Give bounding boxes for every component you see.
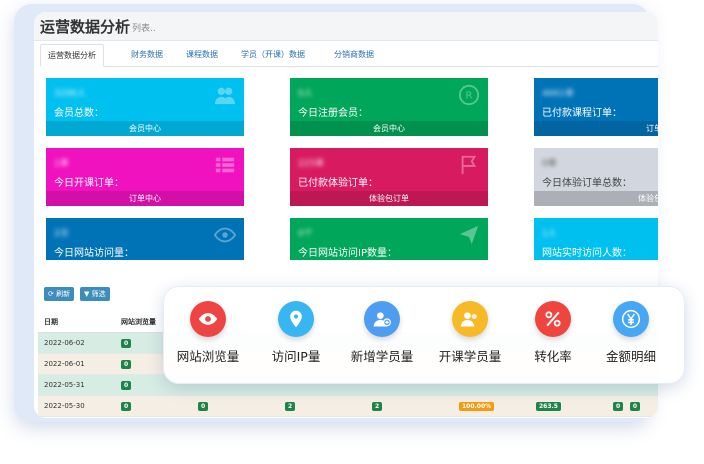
card-total-members: 3296人 会员总数： 会员中心 (46, 78, 244, 136)
card-value: 0个 (298, 229, 313, 239)
tab-finance[interactable]: 财务数据 (124, 44, 170, 65)
location-pin-icon (278, 301, 314, 337)
feature-label: 网站浏览量 (176, 349, 240, 364)
value-badge: 2 (372, 401, 383, 411)
feature-page-views[interactable]: 网站浏览量 (166, 301, 250, 365)
refresh-label: 刷新 (56, 290, 71, 298)
card-footer-link[interactable]: 会员中心 (290, 121, 488, 136)
value-badge: 0 (121, 380, 132, 390)
eye-icon (214, 227, 236, 243)
page-header: 运营数据分析 列表.. (34, 12, 658, 41)
card-paid-course-orders: 4661单 已付款课程订单： 订单中心 (534, 78, 658, 136)
date-cell: 2022-05-31 (38, 374, 115, 396)
card-label: 会员总数： (54, 108, 104, 119)
card-label: 已付款课程订单： (542, 108, 622, 119)
card-paid-trial-orders: 225单 已付款体验订单： 体验包订单 (290, 148, 488, 206)
card-label: 今日网站访问量： (54, 248, 134, 259)
rate-badge: 100.00% (459, 401, 495, 411)
value-badge: 0 (121, 338, 132, 348)
card-today-site-visits: 2次 今日网站访问量： (46, 218, 244, 260)
tab-bar: 运营数据分析 财务数据 课程数据 学员（开课）数据 分销商数据 (40, 44, 658, 67)
feature-label: 金额明细 (605, 349, 656, 364)
card-value: 0单 (542, 159, 557, 169)
feature-amount-details[interactable]: 金额明细 (589, 301, 673, 365)
page-title: 运营数据分析 (40, 18, 131, 36)
refresh-button[interactable]: ⟳ 刷新 (44, 287, 75, 301)
date-cell: 2022-06-01 (38, 353, 115, 375)
card-today-visit-ips: 0个 今日网站访问IP数量： (290, 218, 488, 260)
value-badge: 0 (121, 359, 132, 369)
tab-students[interactable]: 学员（开课）数据 (234, 44, 312, 65)
table-row[interactable]: 2022-05-30 0 0 2 2 100.00% 263.5 0 0 (38, 395, 658, 417)
value-badge: 2 (285, 401, 296, 411)
users-icon (214, 87, 236, 105)
feature-label: 转化率 (534, 349, 572, 364)
tab-operations[interactable]: 运营数据分析 (40, 44, 104, 67)
page-subtitle: 列表.. (132, 24, 156, 34)
column-header-date: 日期 (38, 312, 115, 333)
card-footer-link[interactable]: 订单中心 (534, 121, 658, 136)
value-cell: 0 (192, 395, 279, 417)
filter-label: 筛选 (91, 290, 106, 298)
value-badge: 0 (613, 401, 624, 411)
send-icon (459, 225, 479, 245)
amount-badge: 263.5 (536, 401, 561, 411)
card-footer-link[interactable]: 体验包订单 (290, 191, 488, 206)
card-value: 1单 (54, 159, 69, 169)
tab-distributors[interactable]: 分销商数据 (327, 44, 381, 65)
card-value: 1人 (542, 229, 557, 239)
page-views-cell: 0 (115, 395, 192, 417)
percent-icon (535, 301, 571, 337)
feature-label: 新增学员量 (350, 349, 414, 364)
tab-courses[interactable]: 课程数据 (179, 44, 225, 65)
card-footer-link[interactable]: 体验包订单 (534, 191, 658, 206)
value-cell: 0 0 (607, 395, 658, 417)
card-label: 网站实时访问人数： (542, 248, 632, 259)
card-value: 4661单 (542, 89, 574, 99)
card-value: 0人 (298, 89, 313, 99)
card-label: 已付款体验订单： (298, 178, 378, 189)
card-today-registrations: 0人 今日注册会员： R 会员中心 (290, 78, 488, 136)
group-icon (452, 301, 488, 337)
card-footer-link[interactable]: 会员中心 (46, 121, 244, 136)
value-badge: 0 (198, 401, 209, 411)
card-value: 3296人 (54, 89, 86, 99)
feature-panel: 网站浏览量 访问IP量 新增学员量 开课学员量 转化率 金额明细 (163, 286, 685, 384)
date-cell: 2022-05-30 (38, 395, 115, 417)
svg-text:R: R (465, 91, 472, 102)
add-user-icon (364, 301, 400, 337)
feature-visit-ips[interactable]: 访问IP量 (254, 301, 338, 365)
card-realtime-visitors: 1人 网站实时访问人数： (534, 218, 658, 260)
value-badge: 0 (629, 401, 641, 411)
feature-conversion-rate[interactable]: 转化率 (511, 301, 595, 365)
card-label: 今日注册会员： (298, 108, 368, 119)
value-badge: 0 (121, 401, 132, 411)
conversion-rate-cell: 100.00% (453, 395, 530, 417)
card-label: 今日体验订单总数： (542, 178, 632, 189)
feature-label: 访问IP量 (271, 349, 321, 364)
feature-label: 开课学员量 (438, 349, 502, 364)
value-cell: 2 (366, 395, 453, 417)
amount-cell: 263.5 (530, 395, 607, 417)
card-value: 2次 (54, 229, 69, 239)
card-today-course-orders: 1单 今日开课订单： 订单中心 (46, 148, 244, 206)
card-footer-link[interactable]: 订单中心 (46, 191, 244, 206)
feature-enrolled-students[interactable]: 开课学员量 (428, 301, 512, 365)
card-value: 225单 (298, 159, 325, 169)
value-cell: 2 (279, 395, 366, 417)
eye-icon (190, 301, 226, 337)
date-cell: 2022-06-02 (38, 332, 115, 354)
list-icon (215, 157, 235, 173)
registered-icon: R (458, 84, 480, 106)
flag-icon (461, 155, 477, 175)
yen-icon (613, 301, 649, 337)
card-label: 今日网站访问IP数量： (298, 248, 397, 259)
feature-new-students[interactable]: 新增学员量 (340, 301, 424, 365)
card-label: 今日开课订单： (54, 178, 124, 189)
filter-button[interactable]: ▼ 筛选 (80, 287, 110, 301)
card-today-trial-orders: 0单 今日体验订单总数： 体验包订单 (534, 148, 658, 206)
